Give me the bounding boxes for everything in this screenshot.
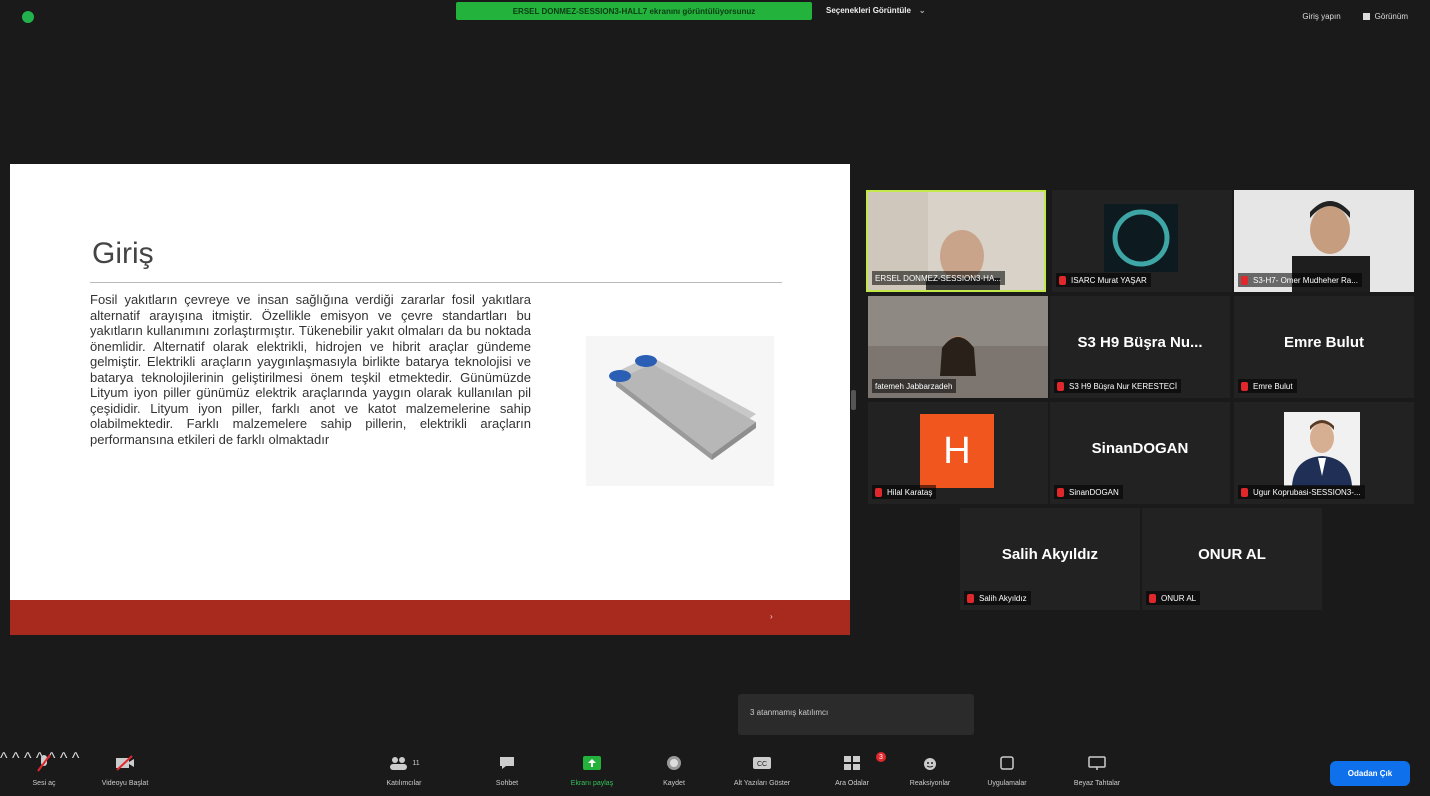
breakout-rooms-icon (844, 756, 860, 770)
participant-display-name: ONUR AL (1198, 546, 1266, 563)
view-options-label: Seçenekleri Görüntüle (826, 6, 911, 15)
mic-muted-icon (1241, 487, 1248, 497)
start-video-button[interactable]: Videoyu Başlat (92, 750, 158, 787)
participant-tile-ugur[interactable]: Ugur Koprubasi-SESSION3-... (1234, 402, 1414, 504)
whiteboards-button[interactable]: Beyaz Tahtalar (1066, 750, 1128, 787)
leave-room-button[interactable]: Odadan Çık (1330, 761, 1410, 786)
mic-muted-icon (967, 593, 974, 603)
participant-tile-omer[interactable]: S3-H7- Omer Mudheher Ra... (1234, 190, 1414, 292)
battery-cell-image (586, 336, 774, 486)
share-screen-button[interactable]: Ekranı paylaş (552, 750, 632, 787)
shared-slide: Giriş Fosil yakıtların çevreye ve insan … (10, 164, 850, 635)
captions-button[interactable]: CC Alt Yazıları Göster (720, 750, 804, 787)
participant-tile-emre[interactable]: Emre Bulut Emre Bulut (1234, 296, 1414, 398)
mic-muted-icon (1059, 275, 1066, 285)
slide-footer-bar: › (10, 600, 850, 635)
signin-link[interactable]: Giriş yapın (1302, 12, 1340, 21)
participant-tile-ersel[interactable]: ERSEL DONMEZ-SESSION3-HA... (866, 190, 1046, 292)
participant-display-name: Salih Akyıldız (1001, 546, 1099, 563)
panel-resize-handle[interactable] (851, 390, 856, 410)
participant-tile-onur[interactable]: ONUR AL ONUR AL (1142, 508, 1322, 610)
unassigned-participants-toast[interactable]: 3 atanmamış katılımcı (738, 694, 974, 735)
mic-muted-icon (875, 487, 882, 497)
avatar: H (920, 414, 994, 488)
chevron-down-icon: ⌄ (918, 6, 926, 15)
mic-muted-icon (1241, 381, 1248, 391)
svg-text:CC: CC (757, 761, 767, 768)
participant-tile-salih[interactable]: Salih Akyıldız Salih Akyıldız (960, 508, 1140, 610)
participants-button[interactable]: 11 Katılımcılar (376, 750, 432, 787)
security-shield-icon[interactable] (22, 11, 34, 23)
participant-tile-fatemeh[interactable]: fatemeh Jabbarzadeh (868, 296, 1048, 398)
participant-name-tag: ONUR AL (1146, 591, 1201, 605)
participant-name-tag: ISARC Murat YAŞAR (1056, 273, 1151, 287)
participant-name-tag: Salih Akyıldız (964, 591, 1031, 605)
participant-name-tag: ERSEL DONMEZ-SESSION3-HA... (872, 271, 1005, 285)
mic-muted-icon (1241, 275, 1248, 285)
view-options-menu[interactable]: Seçenekleri Görüntüle ⌄ (826, 6, 926, 15)
view-label: Görünüm (1374, 12, 1408, 21)
slide-title: Giriş (92, 237, 154, 270)
whiteboard-icon (1088, 756, 1106, 770)
apps-icon (1000, 756, 1014, 770)
participant-tile-hilal[interactable]: H Hilal Karataş (868, 402, 1048, 504)
whiteboard-options-chevron-icon[interactable]: ^ (72, 750, 80, 767)
participants-icon (390, 757, 408, 770)
screen-share-banner: ERSEL DONMEZ-SESSION3-HALL7 ekranını gör… (456, 2, 812, 20)
audio-options-chevron-icon[interactable]: ^ (0, 750, 8, 767)
participant-name-tag: S3 H9 Büşra Nur KERESTECİ (1054, 379, 1182, 393)
mic-off-icon (37, 754, 51, 772)
mic-muted-icon (1057, 381, 1064, 391)
record-icon (667, 756, 681, 770)
participant-tile-busra[interactable]: S3 H9 Büşra Nu... S3 H9 Büşra Nur KEREST… (1050, 296, 1230, 398)
participant-name-tag: Emre Bulut (1238, 379, 1297, 393)
mic-muted-icon (1149, 593, 1156, 603)
breakout-count-badge: 3 (876, 752, 886, 762)
breakout-rooms-button[interactable]: 3 Ara Odalar (824, 750, 886, 787)
view-button[interactable]: Görünüm (1362, 12, 1408, 21)
participant-name-tag: Hilal Karataş (872, 485, 937, 499)
apps-button[interactable]: Uygulamalar (974, 750, 1040, 787)
participant-tile-isarc[interactable]: ISARC Murat YAŞAR (1052, 190, 1232, 292)
top-right-controls: Giriş yapın Görünüm (1302, 12, 1408, 21)
reactions-icon (924, 758, 936, 770)
participant-name-tag: fatemeh Jabbarzadeh (872, 379, 957, 393)
meeting-toolbar: Sesi aç ^ Videoyu Başlat ^ 11 Katılımcıl… (0, 750, 1430, 796)
slide-body-text: Fosil yakıtların çevreye ve insan sağlığ… (90, 292, 531, 447)
chat-button[interactable]: Sohbet (482, 750, 532, 787)
record-button[interactable]: Kaydet (652, 750, 696, 787)
participant-name-tag: S3-H7- Omer Mudheher Ra... (1238, 273, 1362, 287)
zoom-window: ERSEL DONMEZ-SESSION3-HALL7 ekranını gör… (0, 0, 1430, 796)
reactions-button[interactable]: Reaksiyonlar (898, 750, 962, 787)
participant-name-tag: SinanDOGAN (1054, 485, 1123, 499)
next-slide-icon: › (770, 612, 773, 621)
mic-muted-icon (1057, 487, 1064, 497)
grid-icon (1362, 13, 1370, 20)
participant-display-name: Emre Bulut (1283, 334, 1364, 351)
slide-divider (90, 282, 782, 283)
video-off-icon (116, 755, 134, 771)
share-screen-icon (583, 756, 601, 770)
participant-display-name: S3 H9 Büşra Nu... (1077, 334, 1203, 351)
participant-display-name: SinanDOGAN (1091, 440, 1189, 457)
cc-icon: CC (753, 757, 771, 769)
unmute-button[interactable]: Sesi aç (22, 750, 66, 787)
participant-tile-sinan[interactable]: SinanDOGAN SinanDOGAN (1050, 402, 1230, 504)
video-options-chevron-icon[interactable]: ^ (12, 750, 20, 767)
participant-name-tag: Ugur Koprubasi-SESSION3-... (1238, 485, 1365, 499)
chat-icon (500, 757, 514, 769)
